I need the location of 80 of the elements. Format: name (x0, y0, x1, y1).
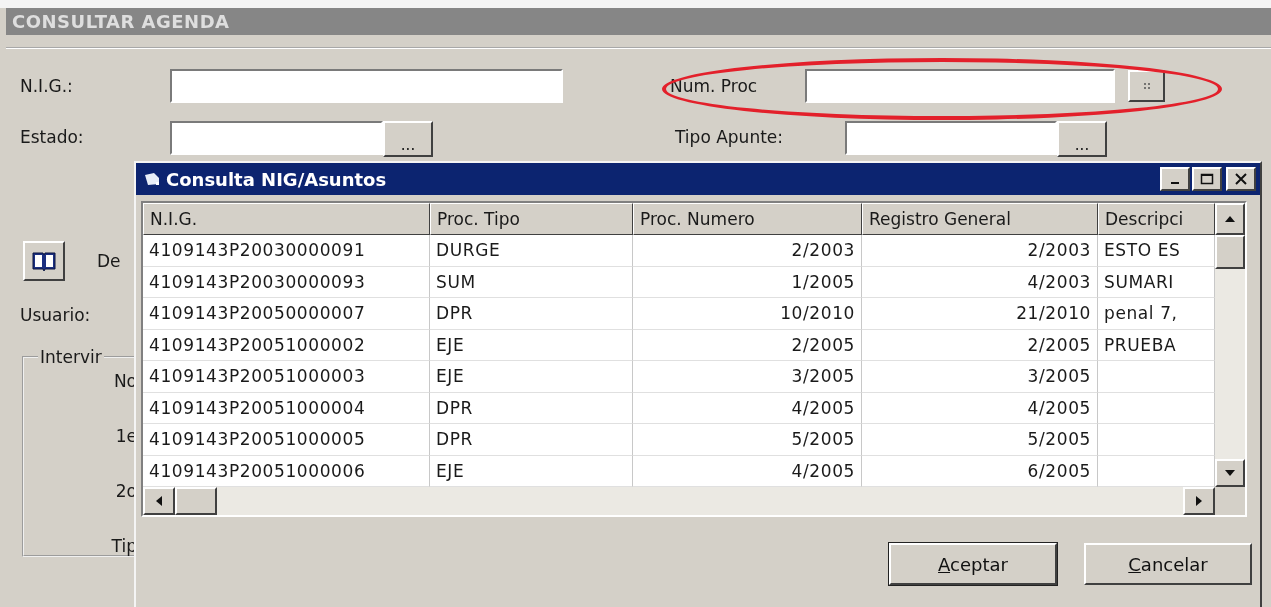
table-cell: 3/2005 (862, 361, 1098, 393)
field-label: N.I.G.: (19, 76, 74, 96)
dots-icon (1141, 81, 1152, 91)
input-field[interactable] (170, 69, 563, 103)
table-cell: 2/2005 (633, 329, 862, 361)
table-cell: 6/2005 (862, 455, 1098, 487)
table-cell: PRUEBA (1098, 329, 1215, 361)
table-cell: 4109143P20030000093 (143, 266, 430, 298)
table-cell: ESTO ES (1098, 235, 1215, 267)
scroll-right-button[interactable] (1183, 487, 1215, 515)
scroll-thumb[interactable] (175, 487, 217, 515)
dialog-title: Consulta NIG/Asuntos (166, 168, 388, 190)
arrow-down-icon (1225, 470, 1235, 476)
page-title: CONSULTAR AGENDA (6, 8, 1271, 35)
group-title: Intervir (39, 347, 103, 367)
dialog-button[interactable]: Aceptar (889, 543, 1057, 585)
input-field[interactable] (845, 121, 1057, 155)
column-header[interactable]: Descripci (1098, 203, 1215, 235)
table-cell: 4109143P20050000007 (143, 298, 430, 330)
table-cell: 4/2005 (633, 392, 862, 424)
table-cell: 3/2005 (633, 361, 862, 393)
table-cell: EJE (430, 455, 633, 487)
arrow-left-icon (156, 496, 162, 506)
input-field[interactable] (805, 69, 1115, 103)
field-label: Tipo Apunte: (675, 127, 784, 147)
table-cell: EJE (430, 329, 633, 361)
scroll-left-button[interactable] (143, 487, 175, 515)
column-header[interactable]: Registro General (862, 203, 1098, 235)
column-header[interactable]: Proc. Tipo (430, 203, 633, 235)
table-cell: 5/2005 (862, 424, 1098, 456)
arrow-up-icon (1225, 216, 1235, 222)
minimize-button[interactable] (1160, 167, 1190, 191)
field-label: Estado: (19, 127, 85, 147)
column-header[interactable]: Proc. Numero (633, 203, 862, 235)
table-cell: 4/2003 (862, 266, 1098, 298)
close-button[interactable] (1226, 167, 1256, 191)
table-cell: DPR (430, 298, 633, 330)
table-cell: 2/2005 (862, 329, 1098, 361)
scrollbar-corner (1215, 487, 1245, 515)
scroll-thumb[interactable] (1215, 235, 1245, 269)
table-cell: 4/2005 (633, 455, 862, 487)
table-cell: 4109143P20030000091 (143, 235, 430, 267)
table-cell: 4109143P20051000005 (143, 424, 430, 456)
field-label: Usuario: (20, 305, 91, 325)
minimize-icon (1171, 182, 1179, 184)
table-cell: 2/2003 (862, 235, 1098, 267)
book-button[interactable] (23, 241, 65, 281)
input-field[interactable] (170, 121, 383, 155)
table-cell: 5/2005 (633, 424, 862, 456)
column-header[interactable]: N.I.G. (143, 203, 430, 235)
table-cell: 21/2010 (862, 298, 1098, 330)
table-cell: 4109143P20051000006 (143, 455, 430, 487)
lookup-button[interactable]: ... (1057, 121, 1107, 157)
scroll-down-button[interactable] (1215, 459, 1245, 487)
table-cell: DPR (430, 424, 633, 456)
dialog-button[interactable]: Cancelar (1084, 543, 1252, 585)
arrow-right-icon (1196, 496, 1202, 506)
table-cell: penal 7, (1098, 298, 1215, 330)
table-cell: DURGE (430, 235, 633, 267)
table-cell: 4109143P20051000004 (143, 392, 430, 424)
lookup-button[interactable] (1128, 70, 1165, 102)
table-cell: 4109143P20051000002 (143, 329, 430, 361)
table-cell: DPR (430, 392, 633, 424)
table-cell: 2/2003 (633, 235, 862, 267)
scroll-up-button[interactable] (1215, 203, 1245, 235)
lookup-button[interactable]: ... (383, 121, 433, 157)
table-cell: 1/2005 (633, 266, 862, 298)
field-label: De (97, 251, 121, 271)
maximize-button[interactable] (1192, 167, 1222, 191)
table-cell: SUMARI (1098, 266, 1215, 298)
table-cell: SUM (430, 266, 633, 298)
table-cell: 4/2005 (862, 392, 1098, 424)
table-cell: 10/2010 (633, 298, 862, 330)
book-icon (31, 250, 57, 272)
window-icon (144, 172, 160, 186)
field-label: Num. Proc (670, 76, 759, 96)
table-cell: 4109143P20051000003 (143, 361, 430, 393)
maximize-icon (1200, 173, 1214, 185)
table-cell: EJE (430, 361, 633, 393)
close-icon (1234, 173, 1248, 185)
